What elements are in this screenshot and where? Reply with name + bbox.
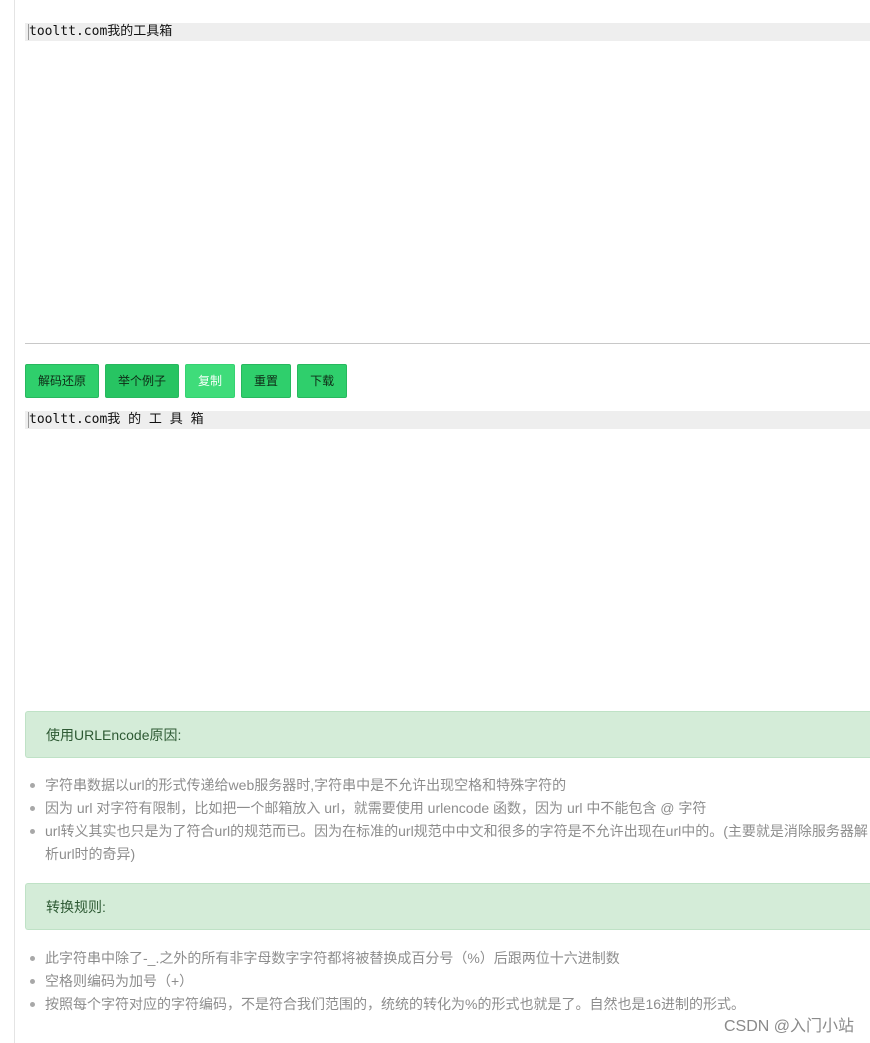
text-cursor <box>28 24 29 40</box>
toolbar: 解码还原 举个例子 复制 重置 下载 <box>25 364 348 398</box>
decode-button[interactable]: 解码还原 <box>25 364 100 398</box>
download-button[interactable]: 下载 <box>297 364 348 398</box>
list-item: url转义其实也只是为了符合url的规范而已。因为在标准的url规范中中文和很多… <box>30 820 870 866</box>
list-item: 因为 url 对字符有限制，比如把一个邮箱放入 url，就需要使用 urlenc… <box>30 797 870 820</box>
list-item: 此字符串中除了-_.之外的所有非字母数字字符都将被替换成百分号（%）后跟两位十六… <box>30 947 870 970</box>
input-editor[interactable]: tooltt.com我的工具箱 <box>25 23 870 344</box>
input-editor-line[interactable]: tooltt.com我的工具箱 <box>25 23 870 41</box>
input-editor-text: tooltt.com我的工具箱 <box>29 24 173 39</box>
reasons-list: 字符串数据以url的形式传递给web服务器时,字符串中是不允许出现空格和特殊字符… <box>25 774 870 866</box>
output-editor[interactable]: tooltt.com我 的 工 具 箱 <box>25 411 870 691</box>
output-editor-text: tooltt.com我 的 工 具 箱 <box>29 412 204 427</box>
rules-heading: 转换规则: <box>25 883 870 930</box>
csdn-watermark: CSDN @入门小站 <box>723 1018 854 1035</box>
text-cursor <box>28 412 29 428</box>
example-button[interactable]: 举个例子 <box>105 364 180 398</box>
output-editor-line[interactable]: tooltt.com我 的 工 具 箱 <box>25 411 870 429</box>
list-item: 空格则编码为加号（+） <box>30 970 870 993</box>
list-item: 字符串数据以url的形式传递给web服务器时,字符串中是不允许出现空格和特殊字符… <box>30 774 870 797</box>
reset-button[interactable]: 重置 <box>241 364 292 398</box>
left-border <box>14 0 15 1043</box>
reasons-heading: 使用URLEncode原因: <box>25 711 870 758</box>
copy-button[interactable]: 复制 <box>185 364 236 398</box>
rules-list: 此字符串中除了-_.之外的所有非字母数字字符都将被替换成百分号（%）后跟两位十六… <box>25 947 870 1016</box>
